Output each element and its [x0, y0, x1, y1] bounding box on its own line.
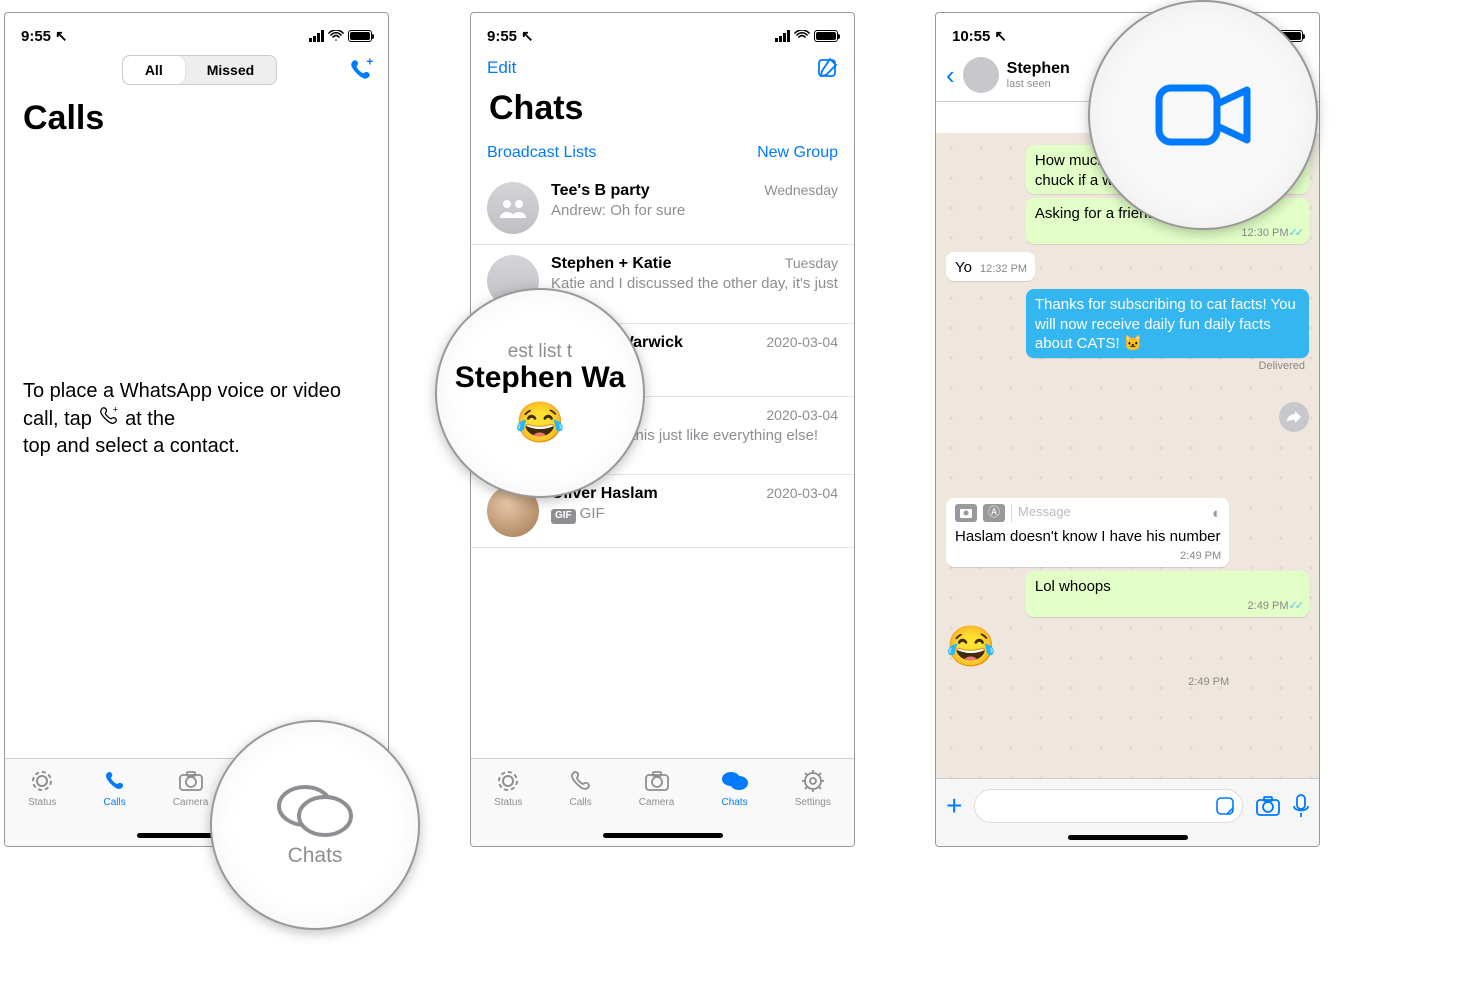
message-time: 2:49 PM — [955, 549, 1221, 563]
chat-preview: GIFGIF — [551, 505, 838, 524]
segment-all[interactable]: All — [123, 56, 185, 84]
status-time: 10:55 — [952, 28, 990, 45]
camera-attachment-icon — [955, 504, 977, 522]
sticker-icon: ◐ — [1212, 504, 1221, 524]
tab-status[interactable]: Status — [494, 767, 522, 808]
broadcast-lists-link[interactable]: Broadcast Lists — [487, 144, 596, 162]
sticker-button[interactable] — [1216, 797, 1234, 815]
message-out[interactable]: Thanks for subscribing to cat facts! You… — [1026, 289, 1309, 358]
app-attachment-icon: Ⓐ — [983, 504, 1005, 522]
calls-nav: All Missed + — [5, 51, 388, 93]
magnifier-text-top: est list t — [508, 341, 572, 363]
mic-icon — [1293, 794, 1309, 818]
magnifier-label: Chats — [288, 844, 343, 868]
tab-calls[interactable]: Calls — [569, 767, 593, 808]
magnifier-contact-name: Stephen Wa — [455, 361, 626, 395]
chat-date: 2020-03-04 — [766, 334, 838, 350]
wifi-icon — [794, 30, 810, 42]
magnifier-emoji: 😂 — [515, 399, 565, 446]
calls-icon — [569, 767, 593, 795]
home-indicator[interactable] — [603, 833, 723, 838]
empty-calls-message: To place a WhatsApp voice or video call,… — [5, 148, 388, 460]
svg-text:+: + — [112, 405, 117, 414]
new-group-link[interactable]: New Group — [757, 144, 838, 162]
compose-icon — [816, 57, 838, 79]
call-plus-icon: + — [98, 405, 120, 427]
message-in[interactable]: 😂2:49 PM — [946, 621, 1229, 689]
message-time: 2:49 PM — [946, 675, 1229, 689]
add-attachment-button[interactable]: + — [946, 790, 962, 822]
contact-avatar[interactable] — [963, 57, 999, 93]
message-in[interactable]: Ⓐ Message ◐ Haslam doesn't know I have h… — [946, 498, 1229, 567]
status-icon — [29, 767, 55, 795]
chat-preview: Andrew: Oh for sure — [551, 202, 838, 221]
status-time: 9:55 — [487, 28, 517, 45]
calls-filter-segmented[interactable]: All Missed — [122, 55, 277, 85]
wifi-icon — [328, 30, 344, 42]
chat-date: Tuesday — [785, 255, 838, 271]
magnifier-video-call — [1088, 0, 1318, 230]
magnifier-chats-tab: Chats — [210, 720, 420, 930]
magnifier-chat-contact: est list t Stephen Wa 😂 — [435, 288, 645, 498]
message-time: 12:32 PM — [980, 262, 1027, 276]
camera-button[interactable] — [1255, 795, 1281, 817]
edit-button[interactable]: Edit — [487, 58, 516, 78]
status-bar: 9:55↖ — [471, 13, 854, 51]
camera-icon — [178, 767, 204, 795]
mic-button[interactable] — [1293, 794, 1309, 818]
battery-icon — [348, 30, 372, 42]
chat-row[interactable]: Tee's B party Wednesday Andrew: Oh for su… — [471, 172, 854, 245]
group-avatar-icon — [487, 182, 539, 234]
forward-icon[interactable] — [1279, 402, 1309, 432]
gif-badge: GIF — [551, 509, 576, 524]
message-input[interactable] — [974, 789, 1243, 823]
video-icon — [1153, 80, 1253, 150]
camera-icon — [644, 767, 670, 795]
settings-icon — [800, 767, 826, 795]
svg-text:+: + — [366, 57, 373, 69]
segment-missed[interactable]: Missed — [185, 56, 276, 84]
tab-status[interactable]: Status — [28, 767, 56, 808]
page-title-chats: Chats — [471, 83, 854, 138]
chats-icon — [275, 782, 355, 840]
chats-icon — [721, 767, 749, 795]
page-title-calls: Calls — [5, 93, 388, 148]
delivered-label: Delivered — [946, 360, 1305, 372]
new-chat-button[interactable] — [816, 57, 838, 79]
message-thread[interactable]: How much wood could a woodchuck chuck if… — [936, 133, 1319, 778]
new-call-button[interactable]: + — [348, 57, 374, 83]
chat-date: 2020-03-04 — [766, 407, 838, 423]
chat-name: Tee's B party — [551, 182, 650, 200]
battery-icon — [814, 30, 838, 42]
chat-name: Stephen + Katie — [551, 255, 671, 273]
calls-icon — [103, 767, 127, 795]
chat-date: 2020-03-04 — [766, 485, 838, 501]
camera-icon — [1255, 795, 1281, 817]
tab-chats[interactable]: Chats — [721, 767, 749, 808]
status-time: 9:55 — [21, 28, 51, 45]
home-indicator[interactable] — [1068, 835, 1188, 840]
status-icon — [495, 767, 521, 795]
message-time: 2:49 PM — [1035, 599, 1301, 613]
message-time: 12:30 PM — [1035, 226, 1301, 240]
back-button[interactable]: ‹ — [946, 60, 955, 91]
status-bar: 9:55 ↖ — [5, 13, 388, 51]
tab-camera[interactable]: Camera — [173, 767, 209, 808]
signal-icon — [775, 30, 790, 42]
message-out[interactable]: Lol whoops2:49 PM — [1026, 571, 1309, 617]
tab-bar: Status Calls Camera Chats Settings — [471, 758, 854, 846]
chat-date: Wednesday — [764, 182, 838, 198]
tab-camera[interactable]: Camera — [639, 767, 675, 808]
message-in[interactable]: Yo12:32 PM — [946, 252, 1035, 282]
signal-icon — [309, 30, 324, 42]
tab-settings[interactable]: Settings — [795, 767, 831, 808]
tab-calls[interactable]: Calls — [103, 767, 127, 808]
